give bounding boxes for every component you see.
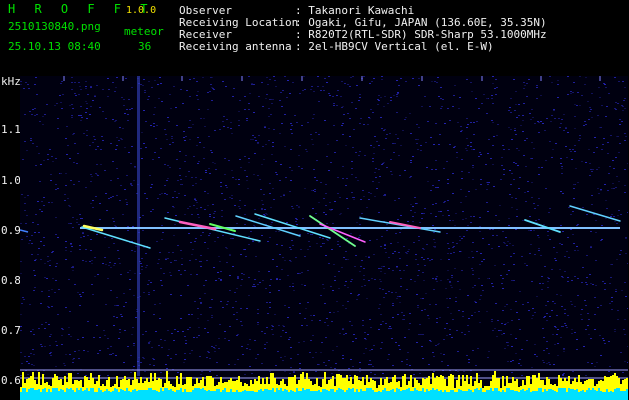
- spectrogram-canvas: [20, 76, 628, 400]
- freq-tick-label: 0.6: [1, 374, 21, 387]
- meteor-count-label: meteor: [124, 25, 164, 38]
- capture-datetime: 25.10.13 08:40: [8, 40, 101, 53]
- freq-tick-label: 0.8: [1, 274, 21, 287]
- field-label-antenna: Receiving antenna: [179, 40, 292, 53]
- freq-tick-label: 0.9: [1, 224, 21, 237]
- axis-unit-label: kHz: [1, 75, 21, 88]
- freq-tick-label: 1.1: [1, 123, 21, 136]
- field-value-antenna: : 2el-HB9CV Vertical (el. E-W): [295, 40, 494, 53]
- freq-tick-label: 1.0: [1, 174, 21, 187]
- interference-line: [137, 76, 140, 376]
- file-name: 2510130840.png: [8, 20, 101, 33]
- freq-tick-label: 0.7: [1, 324, 21, 337]
- meteor-count-value: 36: [138, 40, 152, 53]
- header-panel: H R O F F T 1.0.0 2510130840.png meteor …: [0, 0, 629, 76]
- app-version: 1.0.0: [126, 5, 157, 16]
